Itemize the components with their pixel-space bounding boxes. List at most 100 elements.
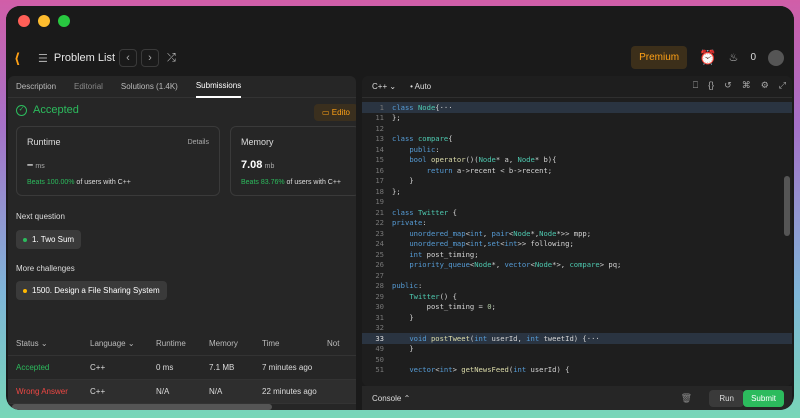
code-line[interactable]: 29 Twitter() { [362,291,792,302]
timer-icon[interactable]: ⏰ [699,49,716,66]
code-line[interactable]: 19 [362,197,792,208]
code-line[interactable]: 31 } [362,312,792,323]
code-line[interactable]: 15 bool operator()(Node* a, Node* b){ [362,155,792,166]
vertical-scrollbar[interactable] [784,176,790,236]
fullscreen-icon[interactable]: ⤢ [779,80,786,91]
avatar[interactable] [768,49,784,66]
horizontal-scrollbar[interactable] [12,404,272,410]
challenge-chip[interactable]: 1500. Design a File Sharing System [16,281,167,300]
submissions-table: Status ⌄ Language ⌄ Runtime Memory Time … [8,332,356,404]
code-line[interactable]: 30 post_timing = 0; [362,302,792,313]
braces-icon[interactable]: {} [708,80,714,91]
console-bar: Console ⌃ 🗑 Run Submit [362,386,792,410]
close-window-button[interactable] [18,15,30,27]
top-navbar: ⟨ ☰ Problem List ‹ › ⤮ Premium ⏰ ♨ 0 [6,44,794,72]
code-line[interactable]: 32 [362,323,792,334]
code-text: priority_queue<Node*, vector<Node*>, com… [409,260,622,270]
shortcut-icon[interactable]: ⌘ [742,80,751,91]
code-area[interactable]: 1 class Node{··· 11}; 12 13 class compare{14 … [362,102,792,375]
minimize-window-button[interactable] [38,15,50,27]
line-number: 27 [375,270,384,280]
line-number: 49 [375,344,384,354]
streak-fire-icon[interactable]: ♨ [729,51,739,64]
code-line[interactable]: 24 unordered_map<int,set<int>> following… [362,239,792,250]
next-problem-button[interactable]: › [141,49,160,67]
code-text: unordered_map<int,set<int>> following; [409,239,574,249]
line-number: 18 [375,186,384,196]
memory-title: Memory [241,137,274,147]
leetcode-logo-icon[interactable]: ⟨ [14,50,30,66]
code-line[interactable]: 12 [362,123,792,134]
shuffle-icon[interactable]: ⤮ [167,52,176,65]
code-line[interactable]: 14 public: [362,144,792,155]
table-row[interactable]: Wrong Answer C++ N/A N/A 22 minutes ago [8,380,356,404]
line-number: 33 [375,333,384,343]
code-line[interactable]: 21 class Twitter { [362,207,792,218]
code-line[interactable]: 25 int post_timing; [362,249,792,260]
code-line[interactable]: 28 public: [362,281,792,292]
titlebar [6,6,794,36]
line-number: 28 [375,281,384,291]
code-line[interactable]: 11}; [362,113,792,124]
code-text: private: [392,218,427,228]
tab-editorial[interactable]: Editorial [74,76,103,98]
line-number: 21 [375,207,384,217]
code-line[interactable]: 49 } [362,344,792,355]
reset-icon[interactable]: ↺ [724,80,732,91]
line-number: 11 [375,113,384,123]
code-text: } [392,344,414,354]
code-line[interactable]: 22 private: [362,218,792,229]
code-text: } [392,312,414,322]
code-text: }; [392,186,401,196]
code-text: Twitter() { [409,291,457,301]
tab-solutions[interactable]: Solutions (1.4K) [121,76,178,98]
settings-gear-icon[interactable]: ⚙ [761,80,769,91]
next-question-label: Next question [16,212,65,221]
code-line[interactable]: 27 [362,270,792,281]
submit-button[interactable]: Submit [743,390,784,407]
editorial-button[interactable]: ▭ Edito [313,104,356,121]
code-text: void postTweet(int userId, int tweetId) … [409,333,600,343]
maximize-window-button[interactable] [58,15,70,27]
submission-status: ✓ Accepted [16,104,79,116]
table-header: Status ⌄ Language ⌄ Runtime Memory Time … [8,332,356,356]
code-text: bool operator()(Node* a, Node* b){ [409,155,557,165]
tab-submissions[interactable]: Submissions [195,76,242,98]
code-line[interactable]: 13 class compare{ [362,134,792,145]
language-selector[interactable]: C++ ⌄ [372,82,396,91]
bookmark-icon[interactable]: ⎕ [693,80,698,91]
line-number: 13 [375,134,384,144]
console-toggle[interactable]: Console ⌃ [372,394,410,403]
code-line[interactable]: 50 [362,354,792,365]
code-text: return a->recent < b->recent; [426,165,553,175]
table-row[interactable]: Accepted C++ 0 ms 7.1 MB 7 minutes ago [8,356,356,380]
code-line[interactable]: 33 void postTweet(int userId, int tweetI… [362,333,792,344]
code-line[interactable]: 51 vector<int> getNewsFeed(int userId) { [362,365,792,376]
next-question-chip[interactable]: 1. Two Sum [16,230,82,249]
status-header[interactable]: Status ⌄ [8,339,90,348]
code-line[interactable]: 26 priority_queue<Node*, vector<Node*>, … [362,260,792,271]
memory-header: Memory [209,339,238,348]
prev-problem-button[interactable]: ‹ [119,49,138,67]
memory-beats: Beats 83.76% of users with C++ [241,179,342,186]
code-editor-panel: C++ ⌄ • Auto ⎕ {} ↺ ⌘ ⚙ ⤢ 1 class Node{··… [362,76,792,386]
code-line[interactable]: 1 class Node{··· [362,102,792,113]
autocomplete-mode[interactable]: • Auto [410,82,431,91]
runtime-header: Runtime [156,339,186,348]
code-line[interactable]: 18}; [362,186,792,197]
medium-dot-icon [23,288,27,293]
runtime-card[interactable]: Runtime Details – ms Beats 100.00% of us… [16,126,220,196]
details-link[interactable]: Details [188,139,209,146]
code-line[interactable]: 23 unordered_map<int, pair<Node*,Node*>>… [362,228,792,239]
code-line[interactable]: 17 } [362,176,792,187]
problem-list-link[interactable]: ☰ Problem List [38,52,115,65]
trash-icon[interactable]: 🗑 [681,393,692,404]
line-number: 31 [375,312,384,322]
line-number: 17 [375,176,384,186]
code-line[interactable]: 16 return a->recent < b->recent; [362,165,792,176]
run-button[interactable]: Run [709,390,744,407]
language-header[interactable]: Language ⌄ [90,339,156,348]
memory-card[interactable]: Memory 7.08 mb Beats 83.76% of users wit… [230,126,356,196]
premium-button[interactable]: Premium [631,46,688,69]
tab-description[interactable]: Description [16,76,56,98]
